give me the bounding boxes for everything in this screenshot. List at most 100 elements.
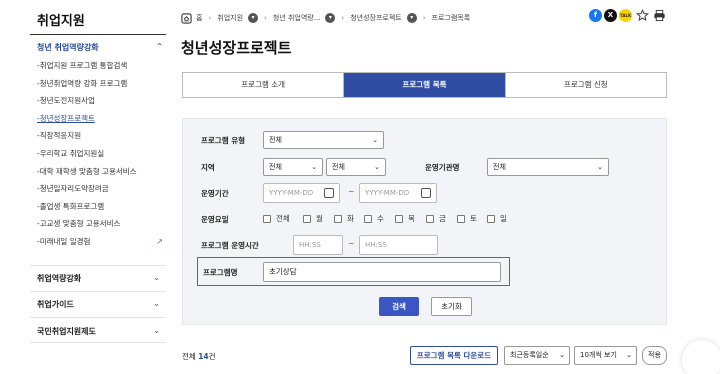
start-date-input[interactable]: YYYY-MM-DD	[263, 183, 340, 203]
sidebar-item-school-support[interactable]: -우리학교 취업지원실	[37, 148, 165, 166]
breadcrumb-current: 프로그램목록	[431, 14, 471, 22]
sort-select[interactable]: 최근등록일순 ⌄	[504, 346, 570, 365]
search-filter-panel	[182, 118, 667, 325]
floating-button[interactable]	[682, 340, 720, 374]
tab-program-intro[interactable]: 프로그램 소개	[183, 73, 345, 97]
sidebar-list: -취업지원 프로그램 통합검색 -청년취업역량 강화 프로그램 -청년도전지원사…	[37, 60, 165, 254]
download-list-button[interactable]: 프로그램 목록 다운로드	[410, 346, 498, 365]
checkbox[interactable]	[457, 214, 465, 223]
chevron-right-icon: ›	[422, 14, 426, 22]
search-button[interactable]: 검색	[379, 297, 419, 316]
checkbox[interactable]	[364, 214, 372, 223]
sidebar-title: 취업지원	[37, 14, 85, 29]
checkbox-label: 금	[439, 214, 446, 223]
sidebar-group-capacity[interactable]: 취업역량강화 ⌄	[30, 265, 166, 291]
sidebar-item-label: -미래내일 일경험	[37, 236, 91, 246]
sidebar-item-university-service[interactable]: -대학 재학생 맞춤형 고용서비스	[37, 166, 165, 184]
day-checkbox-tue[interactable]: 화	[334, 213, 354, 224]
total-prefix: 전체	[182, 352, 199, 361]
kakao-icon[interactable]: TALK	[619, 9, 632, 22]
chevron-down-icon: ⌄	[559, 351, 565, 359]
checkbox-label: 목	[408, 214, 415, 223]
day-checkbox-sat[interactable]: 토	[457, 213, 477, 224]
select-value: 10개씩 보기	[580, 351, 617, 359]
reset-button[interactable]: 초기화	[431, 297, 472, 316]
sidebar-group-label: 국민취업지원제도	[37, 327, 96, 336]
region-label: 지역	[201, 163, 215, 172]
breadcrumb-item[interactable]: 청년성장프로젝트	[350, 13, 402, 23]
sidebar-item-youth-challenge[interactable]: -청년도전지원사업	[37, 95, 165, 113]
dropdown-icon[interactable]: ▾	[325, 13, 336, 23]
checkbox-label: 전체	[276, 214, 290, 223]
sidebar-item-youth-growth[interactable]: -청년성장프로젝트	[37, 113, 165, 131]
tab-program-list[interactable]: 프로그램 목록	[344, 73, 506, 97]
day-checkbox-mon[interactable]: 월	[303, 213, 323, 224]
day-label: 운영요일	[201, 215, 229, 224]
checkbox-label: 수	[377, 214, 384, 223]
day-checkbox-thu[interactable]: 목	[395, 213, 415, 224]
sidebar-section-youth[interactable]: 청년 취업역량강화 ⌃	[37, 42, 165, 54]
chevron-down-icon: ⌄	[374, 163, 380, 171]
sidebar-item-youth-job-incentive[interactable]: -청년일자리도약장려금	[37, 183, 165, 201]
checkbox-label: 월	[316, 214, 323, 223]
breadcrumb-item[interactable]: 청년 취업역량...	[273, 13, 321, 23]
program-name-input[interactable]: 초기상담	[263, 262, 501, 282]
checkbox-label: 토	[470, 214, 477, 223]
region-select-secondary[interactable]: 전체 ⌄	[326, 158, 386, 176]
home-icon[interactable]	[181, 12, 192, 24]
chevron-down-icon: ⌄	[153, 273, 160, 282]
day-checkbox-wed[interactable]: 수	[364, 213, 384, 224]
program-type-select[interactable]: 전체 ⌄	[263, 131, 384, 149]
checkbox[interactable]	[263, 214, 271, 223]
period-label: 운영기간	[201, 189, 229, 198]
sidebar-item-youth-capacity[interactable]: -청년취업역량 강화 프로그램	[37, 78, 165, 96]
region-select-primary[interactable]: 전체 ⌄	[263, 158, 323, 176]
sidebar-group-national[interactable]: 국민취업지원제도 ⌄	[30, 317, 166, 343]
checkbox[interactable]	[334, 214, 342, 223]
sidebar-item-program-search[interactable]: -취업지원 프로그램 통합검색	[37, 60, 165, 78]
tab-program-apply[interactable]: 프로그램 신청	[506, 73, 666, 97]
dropdown-icon[interactable]: ▾	[248, 13, 259, 23]
sidebar-item-graduate-program[interactable]: -졸업생 특화프로그램	[37, 201, 165, 219]
operator-select[interactable]: 전체 ⌄	[487, 158, 609, 176]
select-value: 전체	[332, 163, 345, 171]
day-checkbox-sun[interactable]: 일	[487, 213, 507, 224]
star-icon[interactable]	[636, 9, 649, 22]
external-link-icon: ↗	[156, 236, 163, 246]
sidebar-item-highschool-service[interactable]: -고교생 맞춤형 고용서비스	[37, 218, 165, 236]
select-value: 전체	[493, 163, 506, 171]
x-icon[interactable]: X	[604, 9, 617, 22]
chevron-right-icon: ›	[208, 14, 212, 22]
calendar-icon[interactable]	[421, 188, 431, 198]
sidebar-item-job-adaptation[interactable]: -직장적응지원	[37, 130, 165, 148]
sidebar-group-guide[interactable]: 취업가이드 ⌄	[30, 291, 166, 317]
placeholder: YYYY-MM-DD	[269, 189, 314, 197]
breadcrumb-home[interactable]: 홈	[196, 13, 202, 23]
end-date-input[interactable]: YYYY-MM-DD	[359, 183, 437, 203]
day-checkbox-fri[interactable]: 금	[426, 213, 446, 224]
day-checkbox-all[interactable]: 전체	[263, 213, 290, 224]
chevron-down-icon: ⌄	[153, 326, 160, 335]
breadcrumb-item[interactable]: 취업지원	[217, 13, 243, 23]
facebook-icon[interactable]: f	[589, 9, 602, 22]
checkbox-label: 일	[500, 214, 507, 223]
sidebar: 취업지원 청년 취업역량강화 ⌃ -취업지원 프로그램 통합검색 -청년취업역량…	[0, 0, 170, 374]
checkbox[interactable]	[395, 214, 403, 223]
total-count: 전체 14건	[182, 351, 216, 362]
sidebar-item-work-experience[interactable]: -미래내일 일경험 ↗	[37, 236, 165, 254]
checkbox[interactable]	[426, 214, 434, 223]
page-size-select[interactable]: 10개씩 보기 ⌄	[574, 346, 637, 365]
tab-bar: 프로그램 소개 프로그램 목록 프로그램 신청	[182, 72, 667, 98]
checkbox[interactable]	[303, 214, 311, 223]
dropdown-icon[interactable]: ▾	[406, 13, 417, 23]
end-time-input[interactable]: HH:SS	[359, 235, 438, 255]
total-number: 14	[198, 352, 209, 361]
print-icon[interactable]	[653, 9, 666, 22]
sidebar-section-label: 청년 취업역량강화	[37, 43, 99, 52]
calendar-icon[interactable]	[324, 188, 334, 198]
chevron-down-icon: ⌄	[597, 163, 603, 171]
chevron-down-icon: ⌄	[626, 351, 632, 359]
apply-button[interactable]: 적용	[642, 346, 667, 365]
checkbox[interactable]	[487, 214, 495, 223]
start-time-input[interactable]: HH:SS	[293, 235, 343, 255]
